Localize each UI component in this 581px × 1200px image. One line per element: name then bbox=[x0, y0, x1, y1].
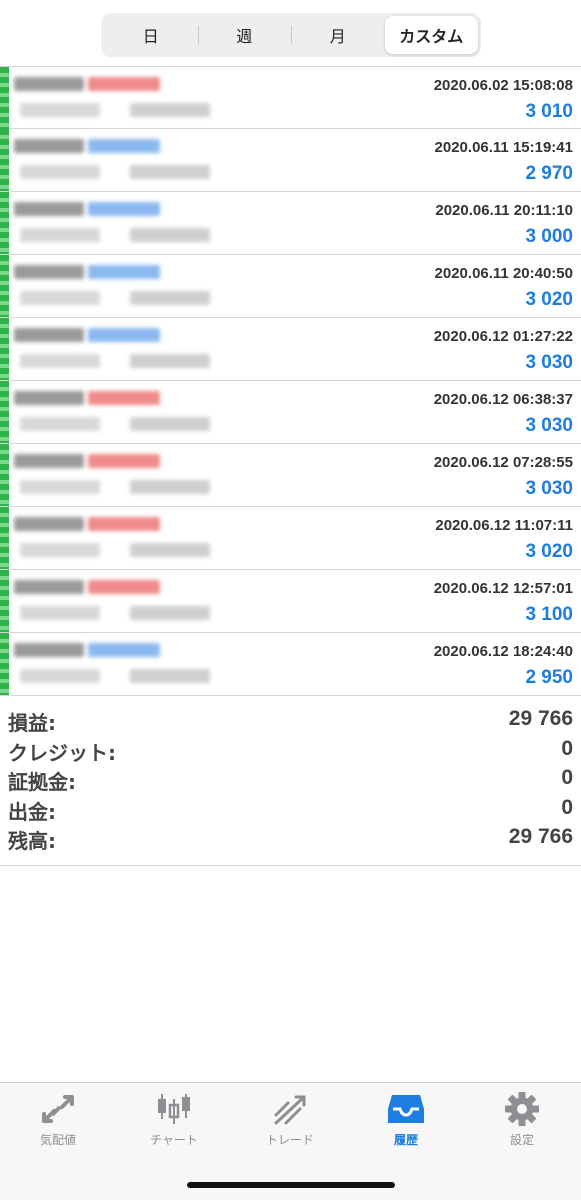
account-summary: 損益: 29 766 クレジット: 0 証拠金: 0 出金: 0 残高: 29 … bbox=[0, 705, 581, 853]
row-value: 3 030 bbox=[525, 352, 573, 373]
segment-month[interactable]: 月 bbox=[291, 16, 385, 54]
summary-value: 0 bbox=[561, 766, 573, 790]
tab-chart[interactable]: チャート bbox=[116, 1091, 232, 1153]
summary-withdrawal: 出金: 0 bbox=[0, 794, 581, 824]
divider bbox=[0, 865, 581, 866]
history-list: 2020.06.02 15:08:08 3 010 2020.06.11 15:… bbox=[0, 66, 581, 696]
tab-settings[interactable]: 設定 bbox=[464, 1091, 580, 1153]
history-row[interactable]: 2020.06.12 07:28:55 3 030 bbox=[0, 444, 581, 507]
history-row[interactable]: 2020.06.12 01:27:22 3 030 bbox=[0, 318, 581, 381]
tab-label: 気配値 bbox=[39, 1133, 76, 1147]
row-datetime: 2020.06.12 12:57:01 bbox=[433, 580, 573, 597]
summary-label: 出金: bbox=[8, 799, 56, 824]
row-datetime: 2020.06.12 18:24:40 bbox=[433, 643, 573, 660]
row-datetime: 2020.06.12 06:38:37 bbox=[433, 391, 573, 408]
row-datetime: 2020.06.12 01:27:22 bbox=[433, 328, 573, 345]
history-row[interactable]: 2020.06.11 15:19:41 2 970 bbox=[0, 129, 581, 192]
segment-custom[interactable]: カスタム bbox=[384, 16, 478, 54]
settings-icon bbox=[505, 1092, 539, 1126]
row-datetime: 2020.06.11 15:19:41 bbox=[434, 139, 573, 156]
history-row[interactable]: 2020.06.12 18:24:40 2 950 bbox=[0, 633, 581, 696]
row-value: 2 970 bbox=[525, 163, 573, 184]
row-value: 3 000 bbox=[525, 226, 573, 247]
summary-value: 29 766 bbox=[508, 707, 573, 730]
summary-label: 損益: bbox=[8, 711, 56, 735]
row-datetime: 2020.06.12 07:28:55 bbox=[433, 454, 573, 471]
tab-label: トレード bbox=[265, 1133, 314, 1147]
redacted-symbol-area bbox=[0, 67, 228, 129]
row-value: 3 100 bbox=[525, 604, 573, 625]
redacted-symbol-area bbox=[0, 255, 228, 317]
redacted-symbol-area bbox=[0, 633, 228, 695]
row-datetime: 2020.06.02 15:08:08 bbox=[433, 77, 573, 94]
quotes-icon bbox=[42, 1095, 74, 1123]
redacted-symbol-area bbox=[0, 381, 228, 443]
row-value: 3 020 bbox=[525, 541, 573, 562]
home-indicator bbox=[187, 1182, 395, 1188]
segment-day[interactable]: 日 bbox=[104, 16, 198, 54]
segment-week[interactable]: 週 bbox=[197, 16, 292, 54]
summary-profit: 損益: 29 766 bbox=[0, 705, 581, 735]
redacted-symbol-area bbox=[0, 192, 228, 254]
history-row[interactable]: 2020.06.11 20:40:50 3 020 bbox=[0, 255, 581, 318]
summary-value: 29 766 bbox=[508, 825, 573, 849]
tab-trade[interactable]: トレード bbox=[232, 1091, 348, 1153]
redacted-symbol-area bbox=[0, 570, 228, 632]
summary-label: 証拠金: bbox=[8, 770, 76, 795]
summary-label: クレジット: bbox=[8, 740, 116, 765]
summary-credit: クレジット: 0 bbox=[0, 735, 581, 765]
row-value: 3 030 bbox=[525, 415, 573, 436]
row-value: 3 010 bbox=[525, 101, 573, 122]
summary-balance: 残高: 29 766 bbox=[0, 823, 581, 853]
redacted-symbol-area bbox=[0, 507, 228, 569]
tab-label: チャート bbox=[150, 1133, 198, 1147]
tab-history[interactable]: 履歴 bbox=[348, 1091, 464, 1153]
row-datetime: 2020.06.12 11:07:11 bbox=[435, 517, 573, 534]
history-row[interactable]: 2020.06.12 12:57:01 3 100 bbox=[0, 570, 581, 633]
row-value: 3 020 bbox=[525, 289, 573, 310]
row-value: 3 030 bbox=[525, 478, 573, 499]
history-icon bbox=[388, 1095, 424, 1123]
history-row[interactable]: 2020.06.02 15:08:08 3 010 bbox=[0, 66, 581, 129]
summary-value: 0 bbox=[561, 736, 573, 760]
tab-label: 履歴 bbox=[393, 1133, 418, 1147]
redacted-symbol-area bbox=[0, 129, 228, 191]
trade-icon bbox=[274, 1095, 306, 1125]
summary-value: 0 bbox=[561, 795, 573, 819]
history-row[interactable]: 2020.06.12 06:38:37 3 030 bbox=[0, 381, 581, 444]
redacted-symbol-area bbox=[0, 444, 228, 506]
tab-label: 設定 bbox=[509, 1133, 534, 1147]
history-row[interactable]: 2020.06.11 20:11:10 3 000 bbox=[0, 192, 581, 255]
summary-margin: 証拠金: 0 bbox=[0, 764, 581, 794]
period-segmented-control: 日 週 月 カスタム bbox=[101, 13, 481, 57]
summary-label: 残高: bbox=[8, 829, 56, 854]
history-row[interactable]: 2020.06.12 11:07:11 3 020 bbox=[0, 507, 581, 570]
row-value: 2 950 bbox=[525, 667, 573, 688]
row-datetime: 2020.06.11 20:11:10 bbox=[435, 202, 573, 219]
row-datetime: 2020.06.11 20:40:50 bbox=[434, 265, 573, 282]
chart-icon bbox=[158, 1094, 190, 1124]
redacted-symbol-area bbox=[0, 318, 228, 380]
tab-quotes[interactable]: 気配値 bbox=[0, 1091, 116, 1153]
